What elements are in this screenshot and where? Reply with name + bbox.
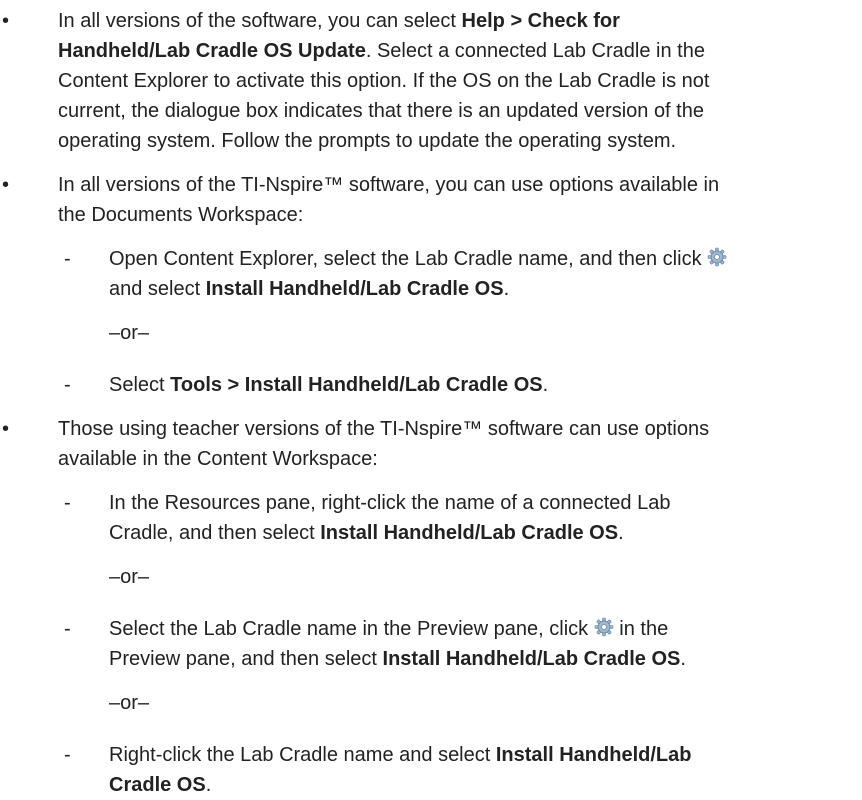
ui-command-label: Install Handheld/Lab Cradle OS [320,522,619,544]
text-line: and select Install Handheld/Lab Cradle O… [109,274,854,304]
bullet-list-item: • Those using teacher versions of the TI-… [0,414,862,474]
dash-marker: - [64,374,71,396]
text-run: Preview pane, and then select [109,648,383,670]
list-item-text: Select Tools > Install Handheld/Lab Crad… [109,370,854,400]
gear-icon[interactable] [707,247,727,267]
text-line: Content Explorer to activate this option… [58,66,853,96]
or-text: –or– [109,692,150,714]
text-line: Select the Lab Cradle name in the Previe… [109,614,854,644]
text-run: Content Explorer to activate this option… [58,70,710,92]
text-run: . [503,278,510,300]
or-separator: –or– [0,688,862,718]
bullet-marker: • [2,174,10,196]
ui-command-label: Cradle OS [109,774,206,796]
text-run: . [618,522,624,544]
gear-icon[interactable] [594,617,614,637]
text-line: Cradle OS. [109,770,854,800]
text-run: Select [109,374,171,396]
dash-marker: - [64,492,71,514]
sub-list-item: - In the Resources pane, right-click the … [0,488,862,548]
text-line: In all versions of the software, you can… [58,6,853,36]
dash-marker: - [64,618,71,640]
text-line: available in the Content Workspace: [58,444,853,474]
ui-command-label: Tools > Install Handheld/Lab Cradle OS [170,374,543,396]
text-run: in the [613,618,669,640]
ui-command-label: Install Handheld/Lab [495,744,692,766]
text-run: Right-click the Lab Cradle name and sele… [109,744,496,766]
list-item-text: Select the Lab Cradle name in the Previe… [109,614,854,674]
sub-list-item: - Select Tools > Install Handheld/Lab Cra… [0,370,862,400]
text-run: Those using teacher versions of the TI-N… [58,418,710,440]
sub-list-item: - Right-click the Lab Cradle name and sel… [0,740,862,800]
bullet-list-item: • In all versions of the software, you ca… [0,6,862,156]
text-run: . [205,774,212,796]
or-text: –or– [109,322,150,344]
text-run: In all versions of the TI-Nspire™ softwa… [58,174,720,196]
text-line: Select Tools > Install Handheld/Lab Crad… [109,370,854,400]
dash-marker: - [64,744,71,766]
sub-list-item: - Open Content Explorer, select the Lab C… [0,244,862,304]
text-run: . Select a connected Lab Cradle in the [365,40,705,62]
or-separator: –or– [0,562,862,592]
text-run: current, the dialogue box indicates that… [58,100,704,122]
text-run: Open Content Explorer, select the Lab Cr… [109,248,708,270]
ui-command-label: Install Handheld/Lab Cradle OS [205,278,504,300]
text-line: current, the dialogue box indicates that… [58,96,853,126]
bullet-marker: • [2,418,10,440]
ui-command-label: Install Handheld/Lab Cradle OS [382,648,681,670]
text-run: operating system. Follow the prompts to … [58,130,677,152]
bullet-list-item: • In all versions of the TI-Nspire™ softw… [0,170,862,230]
text-run: . [680,648,686,670]
text-run: Select the Lab Cradle name in the Previe… [109,618,594,640]
text-line: Open Content Explorer, select the Lab Cr… [109,244,854,274]
sub-list-item: - Select the Lab Cradle name in the Previ… [0,614,862,674]
or-text: –or– [109,566,150,588]
list-item-text: In all versions of the TI-Nspire™ softwa… [58,170,853,230]
list-item-text: Those using teacher versions of the TI-N… [58,414,853,474]
list-item-text: In all versions of the software, you can… [58,6,853,156]
text-run: the Documents Workspace: [58,204,304,226]
text-run: In the Resources pane, right-click the n… [109,492,671,514]
text-run: In all versions of the software, you can… [58,10,462,32]
list-item-text: Open Content Explorer, select the Lab Cr… [109,244,854,304]
text-line: Those using teacher versions of the TI-N… [58,414,853,444]
text-run: available in the Content Workspace: [58,448,378,470]
text-line: the Documents Workspace: [58,200,853,230]
ui-command-label: Handheld/Lab Cradle OS Update [58,40,366,62]
text-line: In the Resources pane, right-click the n… [109,488,854,518]
text-line: Right-click the Lab Cradle name and sele… [109,740,854,770]
bullet-marker: • [2,10,10,32]
list-item-text: Right-click the Lab Cradle name and sele… [109,740,854,800]
or-separator: –or– [0,318,862,348]
document-page: • In all versions of the software, you ca… [0,0,862,796]
text-run: Cradle, and then select [109,522,321,544]
text-line: Handheld/Lab Cradle OS Update. Select a … [58,36,853,66]
ui-command-label: Help > Check for [461,10,620,32]
text-line: In all versions of the TI-Nspire™ softwa… [58,170,853,200]
list-item-text: In the Resources pane, right-click the n… [109,488,854,548]
text-run: . [542,374,549,396]
text-run: and select [109,278,206,300]
text-line: operating system. Follow the prompts to … [58,126,853,156]
text-line: Preview pane, and then select Install Ha… [109,644,854,674]
dash-marker: - [64,248,71,270]
text-line: Cradle, and then select Install Handheld… [109,518,854,548]
